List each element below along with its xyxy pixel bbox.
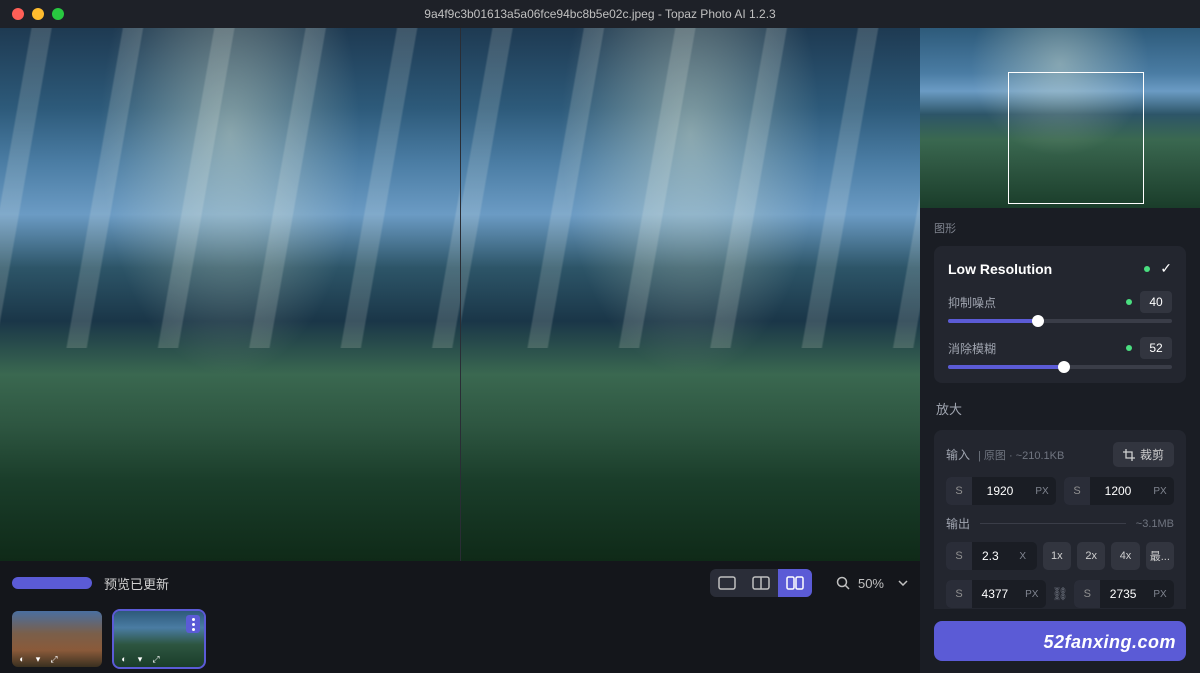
link-icon[interactable]: ⛓ [1052,586,1069,602]
progress-indicator [12,577,92,589]
navigator-viewport-rect[interactable] [1008,72,1144,204]
preview-area: 预览已更新 50% ◐▾⤢ [0,28,920,673]
settings-panel: 图形 Low Resolution ✓ 抑制噪点 40 [920,208,1200,609]
view-single-button[interactable] [710,569,744,597]
crop-label: 裁剪 [1140,446,1164,463]
input-width-field[interactable]: S 1920 PX [946,477,1056,505]
status-dot-icon [1144,266,1150,272]
watermark-text: 52fanxing.com [1043,632,1176,653]
output-width-field[interactable]: S 4377 PX [946,580,1046,608]
blur-slider[interactable] [948,365,1172,369]
enlarge-section-title: 放大 [936,399,1186,418]
scale-field[interactable]: S 2.3 X [946,542,1037,570]
preview-status-label: 预览已更新 [104,574,169,593]
noise-label: 抑制噪点 [948,294,996,311]
preset-1x[interactable]: 1x [1043,542,1071,570]
output-height-field[interactable]: S 2735 PX [1074,580,1174,608]
slider-thumb[interactable] [1058,361,1070,373]
navigator-preview[interactable] [920,28,1200,208]
noise-value[interactable]: 40 [1140,291,1172,313]
preset-4x[interactable]: 4x [1111,542,1139,570]
thumbnail-1[interactable]: ◐▾⤢ [12,611,102,667]
thumbnail-2[interactable]: ◐▾⤢ [114,611,204,667]
low-resolution-card: Low Resolution ✓ 抑制噪点 40 [934,246,1186,383]
noise-slider-row: 抑制噪点 40 [948,291,1172,323]
main-layout: 预览已更新 50% ◐▾⤢ [0,28,1200,673]
thumb-icons: ◐▾⤢ [118,653,162,665]
preview-before [0,28,460,561]
preview-canvas[interactable] [0,28,920,561]
primary-action-button[interactable]: 52fanxing.com [934,621,1186,661]
view-split-button[interactable] [744,569,778,597]
thumb-icons: ◐▾⤢ [16,653,60,665]
crop-button[interactable]: 裁剪 [1113,442,1174,467]
preset-max[interactable]: 最... [1146,542,1174,570]
close-window-button[interactable] [12,8,24,20]
slider-thumb[interactable] [1032,315,1044,327]
check-icon: ✓ [1160,260,1172,277]
titlebar: 9a4f9c3b01613a5a06fce94bc8b5e02c.jpeg - … [0,0,1200,28]
magnifier-icon [836,576,850,590]
traffic-lights [12,8,64,20]
preset-2x[interactable]: 2x [1077,542,1105,570]
card-title: Low Resolution [948,261,1052,277]
input-sub: | 原图 · ~210.1KB [978,447,1064,463]
sidebar: 图形 Low Resolution ✓ 抑制噪点 40 [920,28,1200,673]
thumbnail-strip: ◐▾⤢ ◐▾⤢ [0,605,920,673]
noise-slider[interactable] [948,319,1172,323]
preview-toolbar: 预览已更新 50% [0,561,920,605]
status-dot-icon [1126,299,1132,305]
maximize-window-button[interactable] [52,8,64,20]
chevron-down-icon [898,580,908,586]
input-height-field[interactable]: S 1200 PX [1064,477,1174,505]
side-view-icon [786,576,804,590]
split-view-icon [752,576,770,590]
truncated-section-label: 图形 [934,220,1186,236]
card-status[interactable]: ✓ [1144,260,1172,277]
single-view-icon [718,576,736,590]
thumb-menu-button[interactable] [186,615,200,633]
zoom-value: 50% [858,576,884,591]
blur-slider-row: 消除模糊 52 [948,337,1172,369]
preview-after [461,28,921,561]
blur-value[interactable]: 52 [1140,337,1172,359]
input-label: 输入 [946,446,970,463]
crop-icon [1123,449,1135,461]
output-size: ~3.1MB [1136,518,1174,530]
output-label: 输出 [946,515,970,532]
window-title: 9a4f9c3b01613a5a06fce94bc8b5e02c.jpeg - … [424,7,775,21]
blur-label: 消除模糊 [948,340,996,357]
zoom-control[interactable]: 50% [836,576,908,591]
dimensions-card: 输入 | 原图 · ~210.1KB 裁剪 S 1920 PX [934,430,1186,609]
status-dot-icon [1126,345,1132,351]
minimize-window-button[interactable] [32,8,44,20]
view-mode-group [710,569,812,597]
view-side-button[interactable] [778,569,812,597]
